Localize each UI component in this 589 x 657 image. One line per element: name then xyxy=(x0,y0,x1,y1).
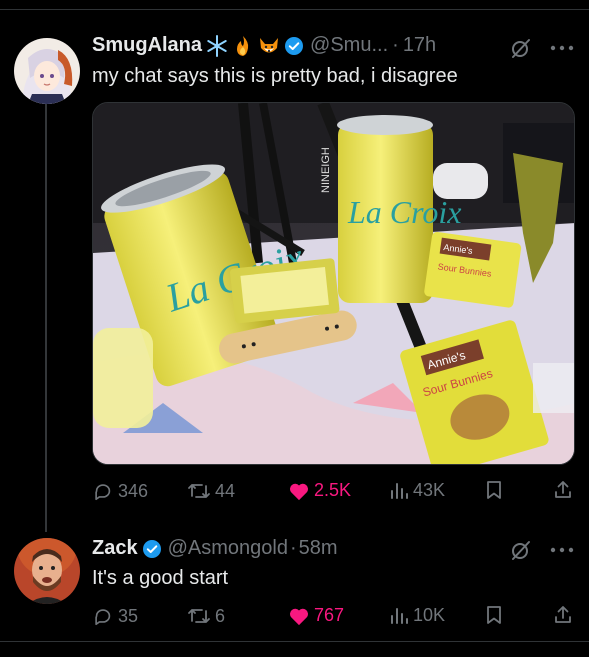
tweet-text: my chat says this is pretty bad, i disag… xyxy=(92,65,458,87)
heart-filled-icon xyxy=(289,608,309,625)
grok-icon[interactable] xyxy=(509,36,533,60)
verified-badge-icon xyxy=(284,36,304,56)
reply-views-button[interactable]: 10K xyxy=(389,605,445,626)
reply-separator-dot: · xyxy=(289,537,297,559)
can-brand-label-2: La Croix xyxy=(347,194,462,230)
like-count: 2.5K xyxy=(314,480,352,500)
stand-label: NINEIGH xyxy=(320,147,332,193)
views-chart-icon xyxy=(391,482,408,499)
share-button[interactable] xyxy=(553,480,577,500)
reply-author-name[interactable]: Zack xyxy=(92,537,138,560)
reply-grok-icon[interactable] xyxy=(509,538,533,562)
avatar-zack[interactable] xyxy=(14,538,80,604)
reply-text: It's a good start xyxy=(92,567,229,589)
reply-header: Zack @Asmongold · 58m xyxy=(92,537,338,560)
reply-views-count: 10K xyxy=(413,605,446,625)
fire-emoji-icon xyxy=(232,35,254,57)
author-handle[interactable]: @Smu... xyxy=(310,34,388,57)
reply-author-handle[interactable]: @Asmongold xyxy=(168,537,288,560)
repost-button[interactable]: 44 xyxy=(187,480,235,502)
reply-like-button[interactable]: 767 xyxy=(288,605,344,626)
tweet-actions: 346 44 2.5K 43K xyxy=(92,480,575,504)
reply-button[interactable]: 346 xyxy=(92,480,148,502)
fox-emoji-icon xyxy=(258,35,280,57)
heart-filled-icon xyxy=(289,483,309,500)
tweet-timestamp[interactable]: 17h xyxy=(403,34,436,57)
share-icon xyxy=(555,481,571,498)
like-button[interactable]: 2.5K xyxy=(288,480,351,501)
reply-repost-count: 6 xyxy=(215,605,226,626)
reply-count: 346 xyxy=(118,480,149,501)
tweet-header: SmugAlana @Smu... · 17h xyxy=(92,34,436,57)
repost-icon xyxy=(188,484,210,498)
bookmark-button[interactable] xyxy=(485,480,507,500)
share-icon xyxy=(555,606,571,623)
snowflake-emoji-icon xyxy=(206,34,228,57)
reply-actions: 35 6 767 10K xyxy=(92,605,575,629)
reply-bookmark-button[interactable] xyxy=(485,605,507,625)
tweet-photo[interactable]: La Croix La Croix NINEIGH Annie's Sour B… xyxy=(92,102,575,465)
reply-verified-badge-icon xyxy=(142,539,162,559)
bookmark-icon xyxy=(487,481,501,499)
reply-icon xyxy=(95,484,111,501)
reply-share-button[interactable] xyxy=(553,605,577,625)
separator-dot: · xyxy=(392,34,399,56)
views-button[interactable]: 43K xyxy=(389,480,445,501)
reply-icon xyxy=(95,609,111,626)
bottom-divider xyxy=(0,641,589,642)
views-chart-icon xyxy=(391,607,408,624)
repost-icon xyxy=(188,609,210,623)
reply-timestamp[interactable]: 58m xyxy=(299,537,338,560)
reply-more-options-icon[interactable] xyxy=(547,538,577,562)
thread-connector-line xyxy=(45,104,47,532)
more-options-icon[interactable] xyxy=(547,36,577,60)
reply-like-count: 767 xyxy=(314,605,345,625)
views-count: 43K xyxy=(413,480,446,500)
top-divider xyxy=(0,9,589,10)
bookmark-icon xyxy=(487,606,501,624)
avatar-smugalana[interactable] xyxy=(14,38,80,104)
reply-repost-button[interactable]: 6 xyxy=(187,605,225,627)
author-name[interactable]: SmugAlana xyxy=(92,34,202,57)
reply-reply-button[interactable]: 35 xyxy=(92,605,138,627)
reply-reply-count: 35 xyxy=(118,605,139,626)
repost-count: 44 xyxy=(215,480,236,501)
